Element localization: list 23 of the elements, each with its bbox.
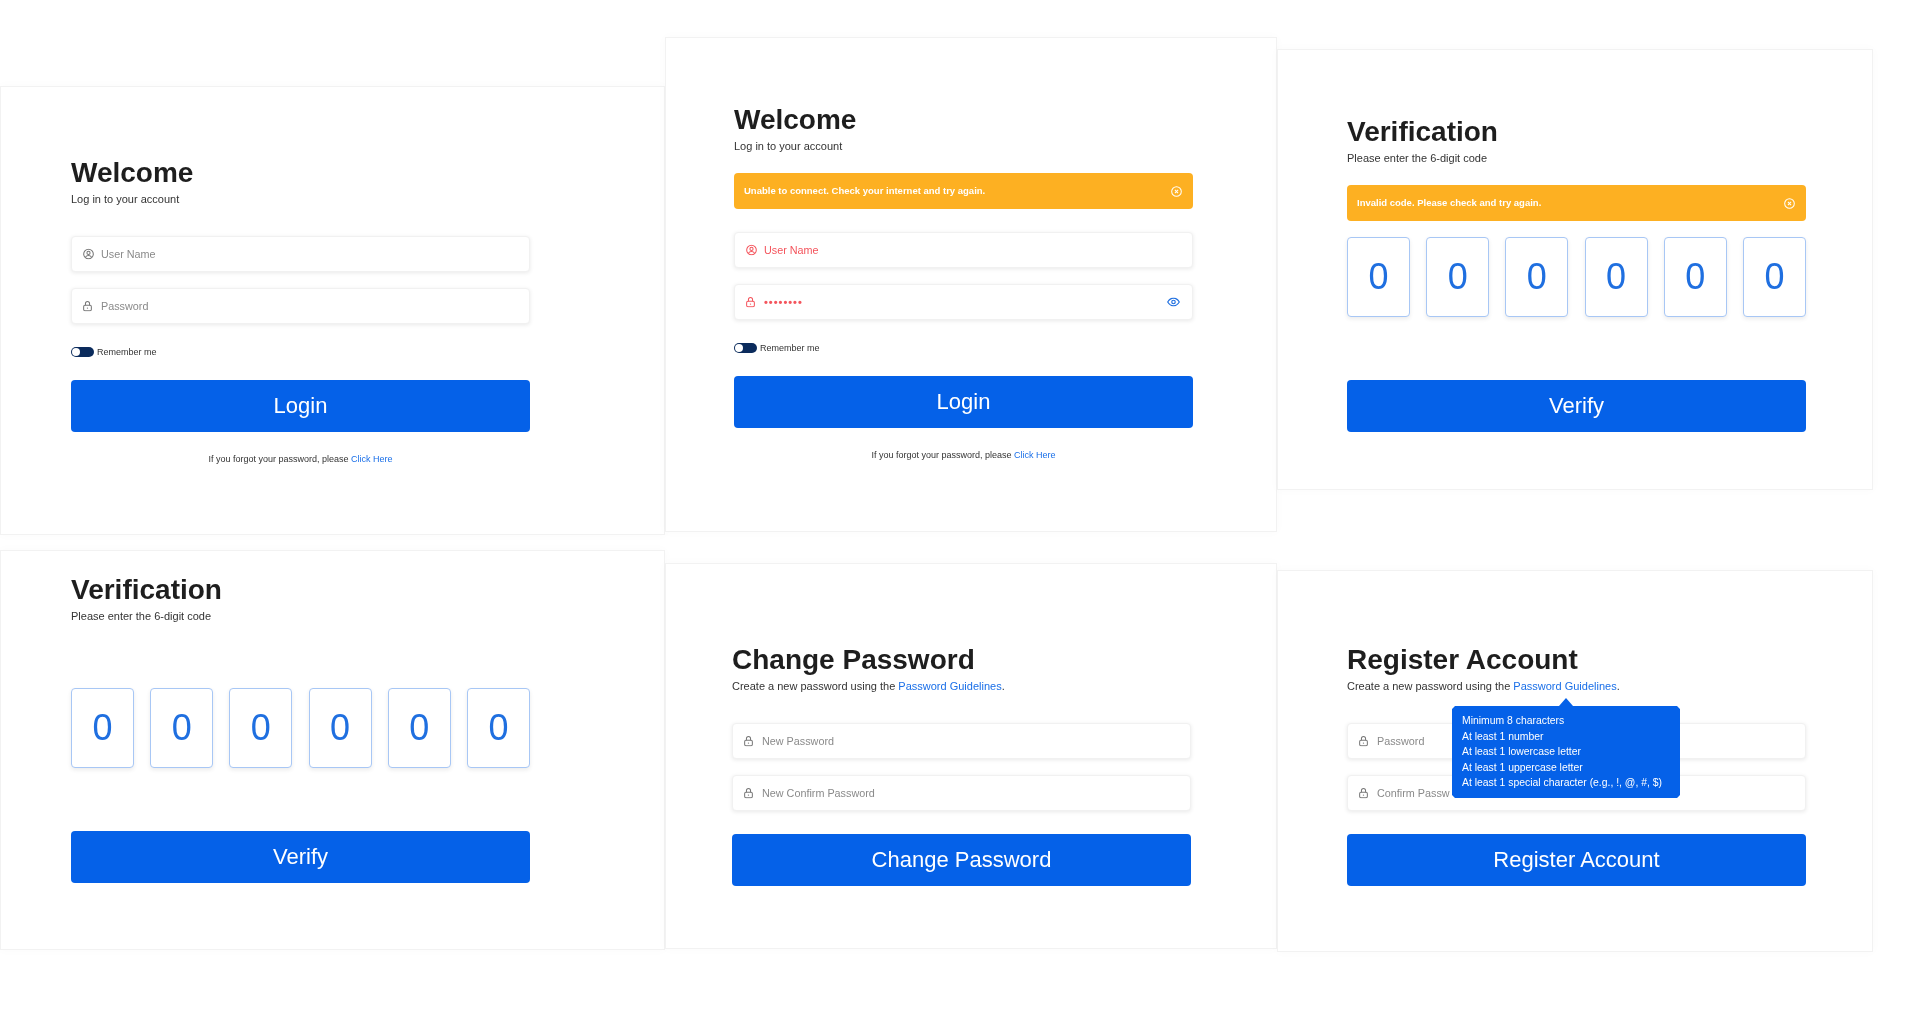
- subtitle-text: Log in to your account: [71, 192, 180, 206]
- screen-title: Change Password: [732, 643, 975, 677]
- alert-text: Unable to connect. Check your internet and try again.: [744, 185, 986, 197]
- subtitle-text: Create a new password using the Password Guidelines.: [732, 679, 1005, 693]
- remember-label: Remember me: [760, 342, 820, 354]
- subtitle-text: Please enter the 6-digit code: [71, 609, 212, 623]
- screen-title: Register Account: [1347, 643, 1578, 677]
- remember-label: Remember me: [97, 346, 157, 358]
- forgot-password-text: If you forgot your password, please Click Here: [208, 453, 393, 465]
- screen-title: Welcome: [71, 156, 194, 190]
- tooltip-text: Minimum 8 characters: [1462, 714, 1565, 728]
- screen-title: Welcome: [734, 103, 857, 137]
- tooltip-text: At least 1 special character (e.g., !, @, #, $): [1462, 776, 1662, 791]
- tooltip-text: At least 1 uppercase letter: [1462, 760, 1583, 775]
- forgot-password-text: If you forgot your password, please Click Here: [871, 449, 1056, 461]
- tooltip-text: At least 1 lowercase letter: [1462, 745, 1581, 760]
- subtitle-text: Please enter the 6-digit code: [1347, 151, 1488, 165]
- alert-text: Invalid code. Please check and try again.: [1357, 197, 1542, 209]
- tooltip-text: At least 1 number: [1462, 729, 1544, 744]
- subtitle-text: Log in to your account: [734, 139, 843, 153]
- screen-title: Verification: [71, 573, 222, 607]
- subtitle-text: Create a new password using the Password Guidelines.: [1347, 679, 1620, 693]
- screen-title: Verification: [1347, 115, 1498, 149]
